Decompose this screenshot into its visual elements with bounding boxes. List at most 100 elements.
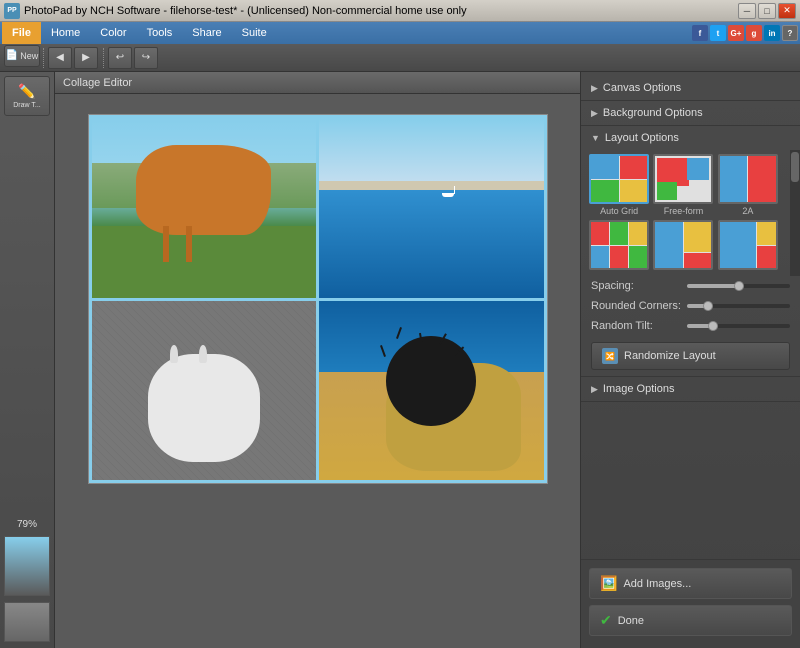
add-images-label: Add Images... (623, 578, 691, 590)
layout-2a[interactable] (718, 154, 778, 204)
collage-cell-horse[interactable] (92, 118, 317, 298)
background-options-header[interactable]: Background Options (581, 101, 800, 125)
collage-cell-urchin[interactable] (319, 301, 544, 481)
background-options-label: Background Options (603, 107, 703, 119)
collage-title-bar: Collage Editor (55, 72, 580, 94)
layout-mixed1-wrapper (653, 220, 713, 272)
main-area: ✏️ Draw T... 79% Collage Editor (0, 72, 800, 648)
layout-2a-wrapper: 2A (718, 154, 778, 216)
random-tilt-label: Random Tilt: (591, 320, 681, 332)
menubar: File Home Color Tools Share Suite f t G+… (0, 22, 800, 44)
layout-options-header[interactable]: Layout Options (581, 126, 800, 150)
toolbar-divider2 (103, 48, 105, 68)
rounded-corners-row: Rounded Corners: (581, 296, 800, 316)
layout-options-section: Layout Options (581, 126, 800, 377)
minimize-button[interactable]: ─ (738, 3, 756, 19)
layout-grid: Auto Grid (589, 154, 778, 272)
spacing-thumb[interactable] (734, 281, 744, 291)
spacing-fill (687, 284, 739, 288)
maximize-button[interactable]: □ (758, 3, 776, 19)
collage-cell-sea[interactable] (319, 118, 544, 298)
linkedin-icon[interactable]: in (764, 25, 780, 41)
collage-cell-rabbit[interactable] (92, 301, 317, 481)
spacing-track[interactable] (687, 284, 790, 288)
m1b (684, 222, 712, 252)
canvas-options-label: Canvas Options (603, 82, 681, 94)
titlebar-left: PP PhotoPad by NCH Software - filehorse-… (4, 3, 467, 19)
right-panel-scroll[interactable]: Canvas Options Background Options Layout… (581, 76, 800, 559)
close-button[interactable]: ✕ (778, 3, 796, 19)
toolbar-divider (43, 48, 45, 68)
3e (610, 246, 628, 269)
draw-tool[interactable]: ✏️ Draw T... (4, 76, 50, 116)
3col-pattern (591, 222, 647, 268)
2a-right (748, 156, 776, 202)
layout-mixed1[interactable] (653, 220, 713, 270)
layout-mixed2-wrapper (718, 220, 778, 272)
zoom-label: 79% (17, 519, 37, 534)
layout-mixed2[interactable] (718, 220, 778, 270)
random-tilt-thumb[interactable] (708, 321, 718, 331)
help-icon[interactable]: ? (782, 25, 798, 41)
random-tilt-track[interactable] (687, 324, 790, 328)
urchin-image (319, 301, 544, 481)
background-options-section: Background Options (581, 101, 800, 126)
menu-suite[interactable]: Suite (232, 25, 277, 41)
menu-file[interactable]: File (2, 22, 41, 44)
2a-label: 2A (742, 206, 753, 216)
layout-auto-grid[interactable] (589, 154, 649, 204)
collage-grid (89, 115, 547, 483)
collage-title: Collage Editor (63, 77, 132, 89)
layout-scrollbar-thumb[interactable] (791, 152, 799, 182)
layout-freeform[interactable] (653, 154, 713, 204)
randomize-layout-button[interactable]: 🔀 Randomize Layout (591, 342, 790, 370)
facebook-icon[interactable]: f (692, 25, 708, 41)
canvas-options-section: Canvas Options (581, 76, 800, 101)
google-icon[interactable]: G+ (728, 25, 744, 41)
2a-pattern (720, 156, 776, 202)
urchin-shape (386, 336, 476, 426)
image-options-section: Image Options (581, 377, 800, 402)
layout-freeform-wrapper: Free-form (653, 154, 713, 216)
image-options-header[interactable]: Image Options (581, 377, 800, 401)
auto-grid-label: Auto Grid (600, 206, 638, 216)
ff-3 (657, 182, 677, 200)
horse-image (92, 118, 317, 298)
m2c (757, 246, 775, 269)
layout-scrollbar[interactable] (790, 150, 800, 276)
add-images-button[interactable]: 🖼️ Add Images... (589, 568, 792, 599)
menu-tools[interactable]: Tools (137, 25, 183, 41)
rounded-corners-thumb[interactable] (703, 301, 713, 311)
app-icon: PP (4, 3, 20, 19)
done-label: Done (618, 615, 644, 627)
ag-br (620, 180, 648, 203)
add-images-icon: 🖼️ (600, 575, 617, 592)
3c (629, 222, 647, 245)
rounded-corners-track[interactable] (687, 304, 790, 308)
menubar-right: f t G+ g in ? (692, 25, 798, 41)
google2-icon[interactable]: g (746, 25, 762, 41)
canvas-options-header[interactable]: Canvas Options (581, 76, 800, 100)
3d (591, 246, 609, 269)
twitter-icon[interactable]: t (710, 25, 726, 41)
3f (629, 246, 647, 269)
back-button[interactable]: ◀ (48, 47, 72, 69)
menu-items: Home Color Tools Share Suite (41, 25, 277, 41)
done-button[interactable]: ✔ Done (589, 605, 792, 636)
randomize-icon: 🔀 (602, 348, 618, 364)
layout-options-label: Layout Options (605, 132, 679, 144)
spacing-row: Spacing: (581, 276, 800, 296)
rabbit-image (92, 301, 317, 481)
layout-3col[interactable] (589, 220, 649, 270)
freeform-label: Free-form (664, 206, 704, 216)
collage-canvas[interactable] (88, 114, 548, 484)
menu-home[interactable]: Home (41, 25, 90, 41)
menu-share[interactable]: Share (182, 25, 231, 41)
redo-button[interactable]: ↪ (134, 47, 158, 69)
new-label: New (20, 51, 38, 61)
ag-tr (620, 156, 648, 179)
forward-button[interactable]: ▶ (74, 47, 98, 69)
undo-button[interactable]: ↩ (108, 47, 132, 69)
toolbar-new-btn[interactable]: 📄 New (4, 45, 40, 67)
menu-color[interactable]: Color (90, 25, 136, 41)
